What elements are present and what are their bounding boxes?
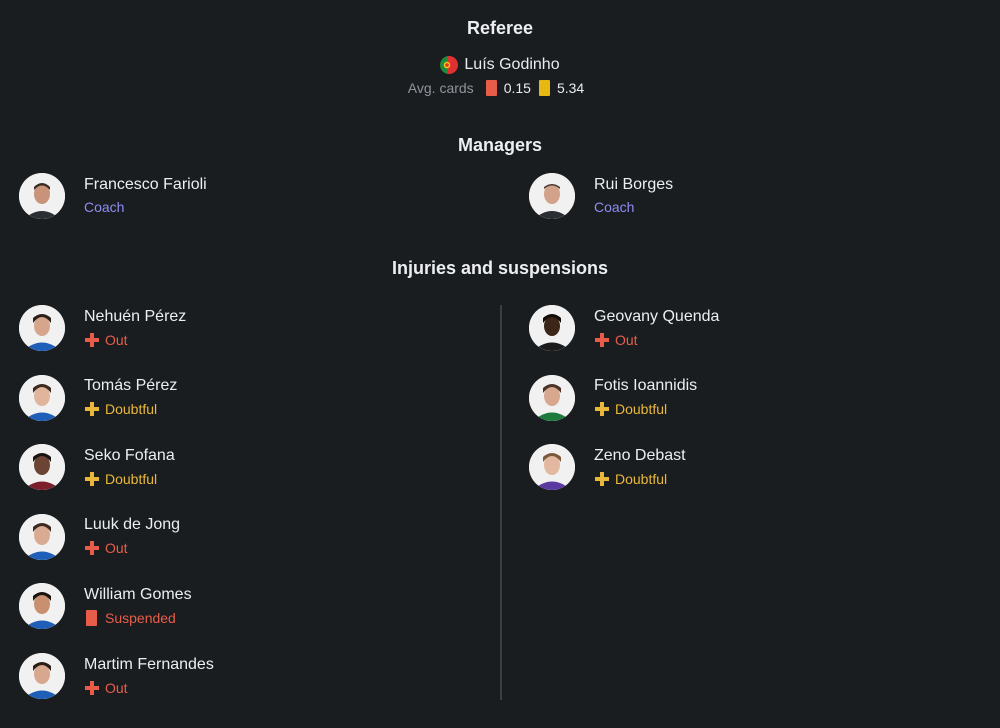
injury-cross-icon (594, 332, 610, 348)
doubtful-cross-icon (84, 401, 100, 417)
manager-away[interactable]: Rui Borges Coach (529, 173, 673, 219)
red-card-icon (86, 609, 97, 626)
injury-player-row[interactable]: Seko Fofana Doubtful (19, 444, 175, 491)
player-avatar (529, 305, 575, 351)
player-status: Doubtful (84, 399, 177, 419)
player-avatar (19, 444, 65, 491)
player-status-label: Out (105, 679, 128, 696)
player-avatar (19, 653, 65, 699)
column-divider (500, 305, 502, 700)
portugal-flag-icon (440, 56, 459, 74)
injury-cross-icon (84, 540, 100, 556)
player-name: Geovany Quenda (594, 307, 720, 325)
manager-home[interactable]: Francesco Farioli Coach (19, 173, 207, 219)
manager-name: Francesco Farioli (84, 176, 207, 193)
player-name: Nehuén Pérez (84, 307, 187, 325)
player-status-label: Doubtful (105, 470, 158, 487)
player-avatar (19, 513, 65, 560)
manager-avatar (19, 173, 65, 219)
player-name: Zeno Debast (594, 446, 686, 464)
player-status: Out (594, 330, 719, 350)
referee-cards-row: Avg. cards 0.15 5.34 (0, 80, 1000, 96)
manager-name: Rui Borges (594, 176, 674, 193)
player-name: Martim Fernandes (84, 655, 214, 673)
player-status: Out (84, 330, 186, 350)
managers-title: Managers (457, 135, 543, 155)
player-status: Doubtful (84, 469, 175, 489)
injury-player-row[interactable]: Luuk de Jong Out (19, 513, 181, 560)
manager-role: Coach (84, 199, 125, 215)
player-avatar (19, 305, 65, 351)
injury-cross-icon (84, 680, 100, 696)
player-avatar (19, 583, 65, 630)
avg-cards-label: Avg. cards (407, 80, 474, 96)
injury-player-row[interactable]: Tomás Pérez Doubtful (19, 374, 178, 421)
injury-player-row[interactable]: Fotis Ioannidis Doubtful (529, 374, 698, 421)
doubtful-cross-icon (84, 471, 100, 487)
player-status: Doubtful (594, 399, 697, 419)
player-status-label: Suspended (105, 609, 176, 626)
player-status-label: Out (615, 331, 638, 348)
doubtful-cross-icon (594, 471, 610, 487)
player-status: Doubtful (594, 469, 686, 489)
injury-player-row[interactable]: Zeno Debast Doubtful (529, 444, 686, 491)
injury-cross-icon (84, 332, 100, 348)
referee-row: Luís Godinho (0, 56, 1000, 74)
referee-title: Referee (466, 18, 534, 38)
injuries-title: Injuries and suspensions (391, 258, 609, 278)
player-name: Seko Fofana (84, 446, 175, 464)
player-avatar (19, 374, 65, 421)
doubtful-cross-icon (594, 401, 610, 417)
injury-player-row[interactable]: William Gomes Suspended (19, 583, 192, 630)
player-status-label: Doubtful (615, 470, 668, 487)
injury-player-row[interactable]: Nehuén Pérez Out (19, 305, 186, 351)
player-status: Out (84, 538, 180, 558)
player-status-label: Out (105, 540, 128, 557)
player-name: Fotis Ioannidis (594, 377, 698, 395)
player-status-label: Doubtful (105, 401, 158, 418)
yellow-card-icon (538, 80, 550, 96)
referee-name[interactable]: Luís Godinho (464, 56, 559, 74)
red-card-icon (485, 80, 497, 96)
player-name: Luuk de Jong (84, 516, 181, 534)
player-status-label: Doubtful (615, 401, 668, 418)
match-details-panel: Referee Luís Godinho Avg. cards 0.15 5.3… (0, 0, 1000, 728)
player-avatar (529, 444, 575, 491)
player-name: William Gomes (84, 585, 192, 603)
injury-player-row[interactable]: Martim Fernandes Out (19, 653, 214, 699)
player-status: Suspended (84, 608, 192, 628)
player-status: Out (84, 678, 214, 698)
player-avatar (529, 374, 575, 421)
injury-player-row[interactable]: Geovany Quenda Out (529, 305, 719, 351)
player-status-label: Out (105, 331, 128, 348)
manager-role: Coach (594, 199, 635, 215)
manager-avatar (529, 173, 575, 219)
player-name: Tomás Pérez (84, 377, 178, 395)
yellow-card-avg: 5.34 (556, 80, 585, 96)
red-card-avg: 0.15 (503, 80, 531, 96)
